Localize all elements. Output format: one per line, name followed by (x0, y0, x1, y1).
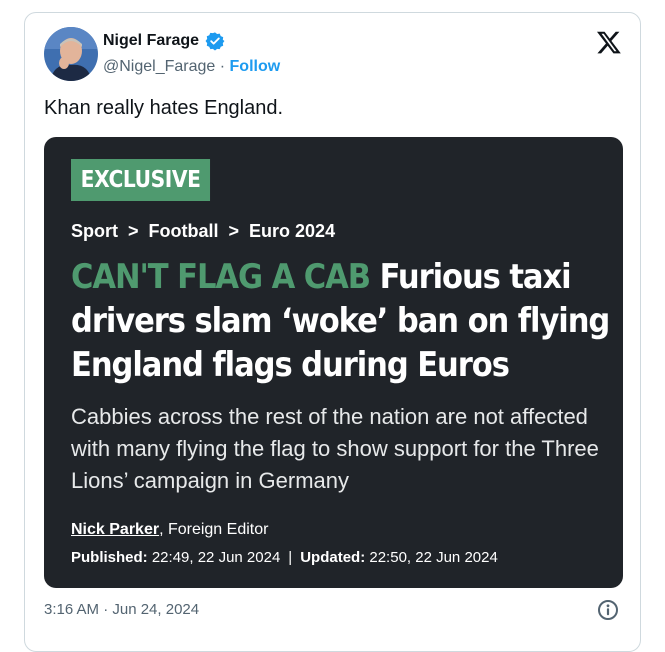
x-logo-icon[interactable] (596, 29, 622, 55)
article-card-image[interactable]: EXCLUSIVE Sport > Football > Euro 2024 C… (44, 137, 623, 588)
date-separator: | (288, 549, 293, 566)
tweet-text: Khan really hates England. (44, 97, 284, 119)
byline-role: , Foreign Editor (159, 521, 269, 538)
verified-badge-icon (205, 31, 225, 51)
updated-value: 22:50, 22 Jun 2024 (365, 549, 498, 566)
handle-separator: · (219, 58, 226, 75)
breadcrumb: Sport > Football > Euro 2024 (71, 221, 335, 242)
chevron-right-icon: > (228, 221, 240, 241)
exclusive-tag: EXCLUSIVE (71, 159, 211, 201)
author-name[interactable]: Nigel Farage (103, 32, 199, 50)
published-label: Published: (71, 549, 148, 566)
article-dates: Published: 22:49, 22 Jun 2024 | Updated: 2… (71, 549, 498, 566)
author-handle[interactable]: @Nigel_Farage (103, 58, 215, 75)
headline-kicker: CAN'T FLAG A CAB (71, 257, 371, 297)
breadcrumb-item: Sport (71, 221, 118, 241)
byline-author: Nick Parker (71, 521, 160, 538)
info-icon[interactable] (597, 599, 619, 621)
follow-button[interactable]: Follow (230, 58, 281, 75)
breadcrumb-item: Euro 2024 (249, 221, 336, 241)
article-standfirst: Cabbies across the rest of the nation ar… (71, 404, 599, 493)
tweet-timestamp[interactable]: 3:16 AM · Jun 24, 2024 (44, 601, 199, 618)
article-byline: Nick Parker, Foreign Editor (71, 521, 268, 539)
published-value: 22:49, 22 Jun 2024 (147, 549, 281, 566)
chevron-right-icon: > (128, 221, 139, 241)
article-headline: CAN'T FLAG A CAB Furious taxi drivers sl… (71, 255, 611, 387)
updated-label: Updated: (300, 549, 366, 566)
tweet-card[interactable]: Nigel Farage @Nigel_Farage · Follow Khan… (24, 12, 641, 652)
author-avatar[interactable] (44, 27, 98, 81)
breadcrumb-item: Football (148, 221, 219, 241)
